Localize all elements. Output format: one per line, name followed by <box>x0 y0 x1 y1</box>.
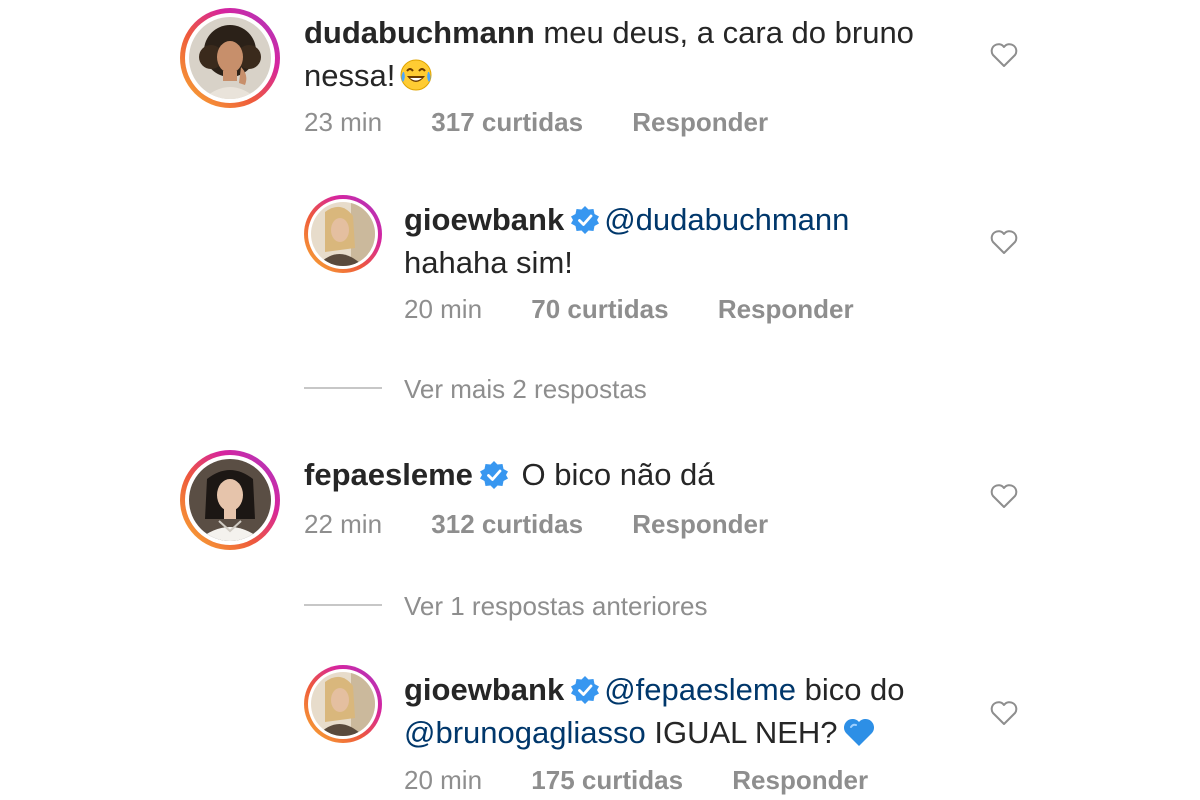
mention-link[interactable]: @dudabuchmann <box>604 202 849 237</box>
verified-badge-icon <box>571 676 600 704</box>
comment-username[interactable]: fepaesleme <box>304 457 473 492</box>
heart-icon[interactable] <box>989 40 1019 70</box>
reply-body: gioewbank @fepaesleme bico do @brunogagl… <box>404 668 964 754</box>
view-more-replies[interactable]: Ver mais 2 respostas <box>404 374 647 405</box>
reply-username[interactable]: gioewbank <box>404 672 564 707</box>
divider-line <box>304 387 382 389</box>
verified-badge-icon <box>571 206 600 234</box>
comment-text: O bico não dá <box>521 457 715 492</box>
heart-icon[interactable] <box>989 227 1019 257</box>
reply-button[interactable]: Responder <box>718 294 854 324</box>
profile-photo <box>311 202 375 266</box>
avatar-fepaesleme[interactable] <box>180 450 280 550</box>
mention-link[interactable]: @brunogagliasso <box>404 715 646 750</box>
likes-count[interactable]: 317 curtidas <box>431 107 583 137</box>
profile-photo <box>189 459 271 541</box>
comment-username[interactable]: dudabuchmann <box>304 15 535 50</box>
reply-meta: 20 min 70 curtidas Responder <box>404 294 896 325</box>
reply-meta: 20 min 175 curtidas Responder <box>404 765 910 796</box>
reply-body: gioewbank @dudabuchmann hahaha sim! <box>404 198 964 284</box>
comment-meta: 22 min 312 curtidas Responder <box>304 509 810 540</box>
divider-line <box>304 604 382 606</box>
profile-photo <box>189 17 271 99</box>
reply-time: 20 min <box>404 765 483 795</box>
profile-photo <box>311 672 375 736</box>
likes-count[interactable]: 175 curtidas <box>531 765 683 795</box>
view-previous-replies[interactable]: Ver 1 respostas anteriores <box>404 591 708 622</box>
comment-text-line2: nessa! <box>304 58 396 93</box>
reply-text: bico do <box>804 672 905 707</box>
comment-text-line1: meu deus, a cara do bruno <box>543 15 914 50</box>
comment-time: 22 min <box>304 509 383 539</box>
heart-icon[interactable] <box>989 698 1019 728</box>
laughing-emoji-icon <box>400 59 432 91</box>
reply-username[interactable]: gioewbank <box>404 202 564 237</box>
comment-time: 23 min <box>304 107 383 137</box>
reply-button[interactable]: Responder <box>632 509 768 539</box>
avatar-gioewbank[interactable] <box>304 665 382 743</box>
likes-count[interactable]: 70 curtidas <box>531 294 668 324</box>
reply-button[interactable]: Responder <box>632 107 768 137</box>
avatar-gioewbank[interactable] <box>304 195 382 273</box>
mention-link[interactable]: @fepaesleme <box>604 672 796 707</box>
heart-icon[interactable] <box>989 481 1019 511</box>
comment-meta: 23 min 317 curtidas Responder <box>304 107 810 138</box>
comment-body: fepaesleme O bico não dá <box>304 453 964 496</box>
reply-time: 20 min <box>404 294 483 324</box>
blue-heart-icon <box>843 718 874 746</box>
avatar-dudabuchmann[interactable] <box>180 8 280 108</box>
reply-text: IGUAL NEH? <box>654 715 838 750</box>
comment-body: dudabuchmann meu deus, a cara do bruno n… <box>304 11 964 97</box>
verified-badge-icon <box>479 461 508 489</box>
likes-count[interactable]: 312 curtidas <box>431 509 583 539</box>
reply-text: hahaha sim! <box>404 245 573 280</box>
reply-button[interactable]: Responder <box>732 765 868 795</box>
